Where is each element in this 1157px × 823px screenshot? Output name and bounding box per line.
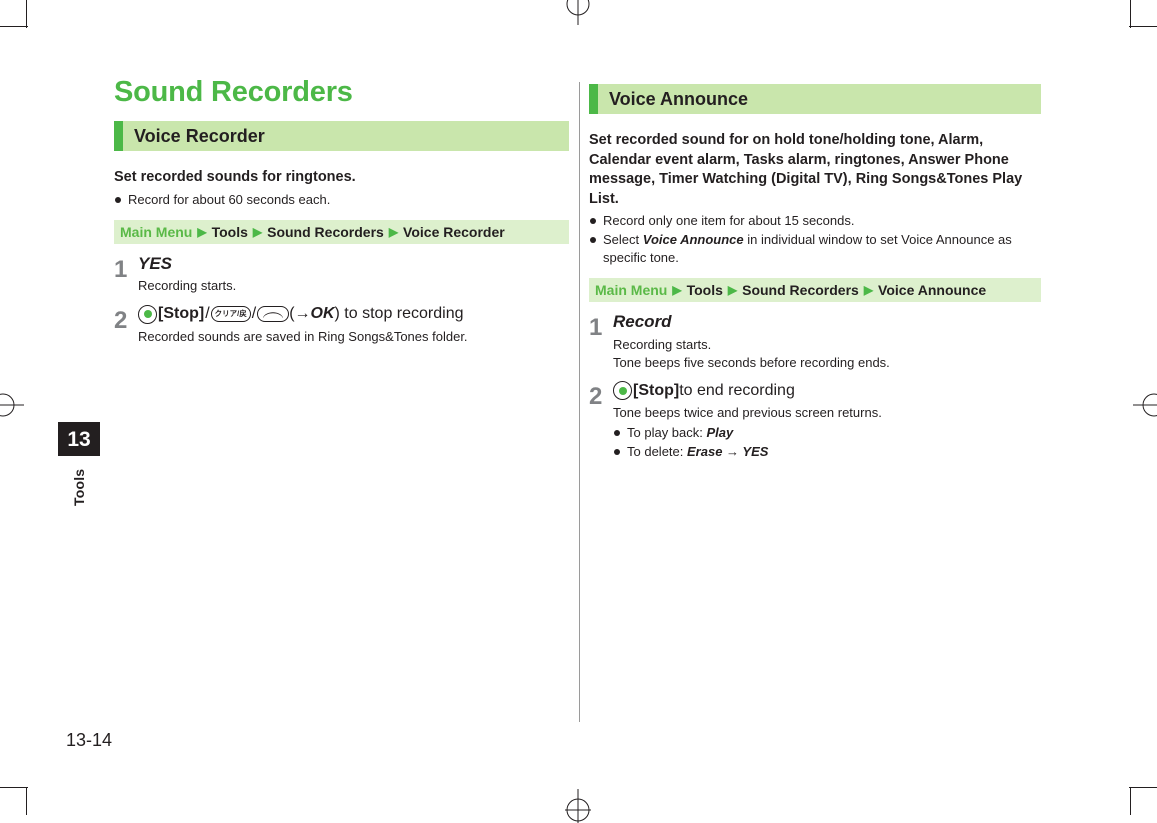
step-sub-bullet-list: To play back: Play To delete: Erase → YE… bbox=[613, 424, 1041, 461]
list-item: To play back: Play bbox=[613, 424, 1041, 442]
stop-key-label: [Stop] bbox=[633, 381, 680, 399]
step-number: 2 bbox=[114, 306, 128, 334]
breadcrumb-item-main-menu[interactable]: Main Menu bbox=[120, 224, 192, 240]
chapter-tab: 13 Tools bbox=[58, 422, 100, 510]
arrow-glyph: → bbox=[294, 305, 311, 323]
step-heading: YES bbox=[138, 253, 173, 273]
step-note: Recording starts. bbox=[613, 336, 712, 352]
chevron-right-icon: ▶ bbox=[388, 224, 399, 239]
step-note: Tone beeps twice and previous screen ret… bbox=[613, 405, 882, 421]
ok-label: OK bbox=[310, 305, 335, 323]
center-select-key-icon bbox=[138, 304, 157, 324]
step-body: [Stop] / クリア/戻 / ( → OK ) to stop record… bbox=[138, 304, 569, 346]
sub-bullet-emphasis: Erase bbox=[687, 444, 723, 460]
section-accent-tick bbox=[589, 84, 598, 114]
section-lead-text: Set recorded sounds for ringtones. bbox=[114, 169, 356, 185]
manual-page: Sound Recorders Voice Recorder Set recor… bbox=[0, 0, 1157, 815]
step-note: Recorded sounds are saved in Ring Songs&… bbox=[138, 328, 468, 344]
step-number: 1 bbox=[589, 314, 603, 342]
sub-bullet-prefix: To delete: bbox=[627, 444, 687, 460]
chevron-right-icon: ▶ bbox=[672, 283, 682, 298]
step-body: Record Recording starts. Tone beeps five… bbox=[613, 312, 1041, 371]
column-divider bbox=[579, 82, 580, 722]
breadcrumb-item-main-menu[interactable]: Main Menu bbox=[595, 282, 667, 298]
step-note: Tone beeps five seconds before recording… bbox=[613, 354, 890, 370]
breadcrumb-item-sound-recorders[interactable]: Sound Recorders bbox=[742, 282, 859, 298]
step-number: 1 bbox=[114, 255, 128, 283]
center-select-key-icon bbox=[613, 381, 632, 401]
list-item: Record only one item for about 15 second… bbox=[589, 212, 1041, 230]
suffix-close: ) to stop recording bbox=[334, 305, 464, 323]
step-1: 1 Record Recording starts. Tone beeps fi… bbox=[589, 312, 1041, 371]
bullet-text-prefix: Select bbox=[603, 232, 643, 248]
end-call-key-icon bbox=[257, 306, 290, 323]
step-2: 2 [Stop] / クリア/戻 / ( → OK ) to stop reco… bbox=[114, 304, 569, 346]
chevron-right-icon: ▶ bbox=[863, 283, 874, 298]
step-1: 1 YES Recording starts. bbox=[114, 254, 569, 295]
list-item: Select Voice Announce in individual wind… bbox=[589, 231, 1041, 267]
step-heading: Record bbox=[613, 312, 672, 332]
step-note: Recording starts. bbox=[138, 278, 237, 294]
section-header-voice-announce: Voice Announce bbox=[589, 84, 1041, 114]
bullet-text: Record only one item for about 15 second… bbox=[603, 213, 855, 229]
step-body: YES Recording starts. bbox=[138, 254, 569, 295]
sub-bullet-emphasis-2: YES bbox=[742, 444, 769, 460]
step-number: 2 bbox=[589, 383, 603, 411]
clear-back-key-icon: クリア/戻 bbox=[210, 306, 251, 323]
sub-bullet-arrow: → bbox=[722, 444, 743, 460]
section-bullet-list: Record for about 60 seconds each. bbox=[114, 191, 569, 209]
section-bullet-list: Record only one item for about 15 second… bbox=[589, 212, 1041, 267]
list-item: Record for about 60 seconds each. bbox=[114, 191, 569, 209]
breadcrumb-item-tools[interactable]: Tools bbox=[687, 282, 723, 298]
separator-slash: / bbox=[205, 305, 210, 323]
breadcrumb-item-voice-recorder[interactable]: Voice Recorder bbox=[403, 224, 505, 240]
chevron-right-icon: ▶ bbox=[252, 224, 263, 239]
breadcrumb: Main Menu ▶ Tools ▶ Sound Recorders ▶ Vo… bbox=[589, 278, 1041, 303]
bullet-text-emphasis: Voice Announce bbox=[642, 232, 744, 248]
chevron-right-icon: ▶ bbox=[197, 224, 207, 239]
list-item: To delete: Erase → YES bbox=[613, 443, 1041, 461]
stop-key-label: [Stop] bbox=[158, 305, 205, 323]
chapter-label: Tools bbox=[71, 468, 87, 506]
right-column: Voice Announce Set recorded sound for on… bbox=[589, 84, 1041, 462]
chevron-right-icon: ▶ bbox=[727, 283, 738, 298]
page-number: 13-14 bbox=[66, 730, 113, 750]
page-title: Sound Recorders bbox=[114, 76, 353, 108]
breadcrumb-item-sound-recorders[interactable]: Sound Recorders bbox=[267, 224, 384, 240]
step-heading-suffix: to end recording bbox=[679, 381, 795, 399]
step-2: 2 [Stop] to end recording Tone beeps twi… bbox=[589, 381, 1041, 462]
left-column: Sound Recorders Voice Recorder Set recor… bbox=[114, 78, 569, 346]
section-accent-tick bbox=[114, 121, 123, 151]
breadcrumb-item-voice-announce[interactable]: Voice Announce bbox=[878, 282, 986, 298]
bullet-text: Record for about 60 seconds each. bbox=[128, 191, 331, 207]
breadcrumb-item-tools[interactable]: Tools bbox=[212, 224, 248, 240]
section-title: Voice Announce bbox=[609, 89, 749, 109]
section-title: Voice Recorder bbox=[134, 126, 265, 146]
chapter-number: 13 bbox=[58, 422, 100, 456]
step-heading: [Stop] / クリア/戻 / ( → OK ) to stop record… bbox=[138, 304, 569, 324]
step-heading: [Stop] to end recording bbox=[613, 381, 1041, 401]
section-header-voice-recorder: Voice Recorder bbox=[114, 121, 569, 151]
sub-bullet-prefix: To play back: bbox=[627, 425, 707, 441]
section-lead-text: Set recorded sound for on hold tone/hold… bbox=[589, 132, 1023, 207]
sub-bullet-emphasis: Play bbox=[706, 425, 734, 441]
breadcrumb: Main Menu ▶ Tools ▶ Sound Recorders ▶ Vo… bbox=[114, 219, 569, 244]
step-body: [Stop] to end recording Tone beeps twice… bbox=[613, 381, 1041, 462]
